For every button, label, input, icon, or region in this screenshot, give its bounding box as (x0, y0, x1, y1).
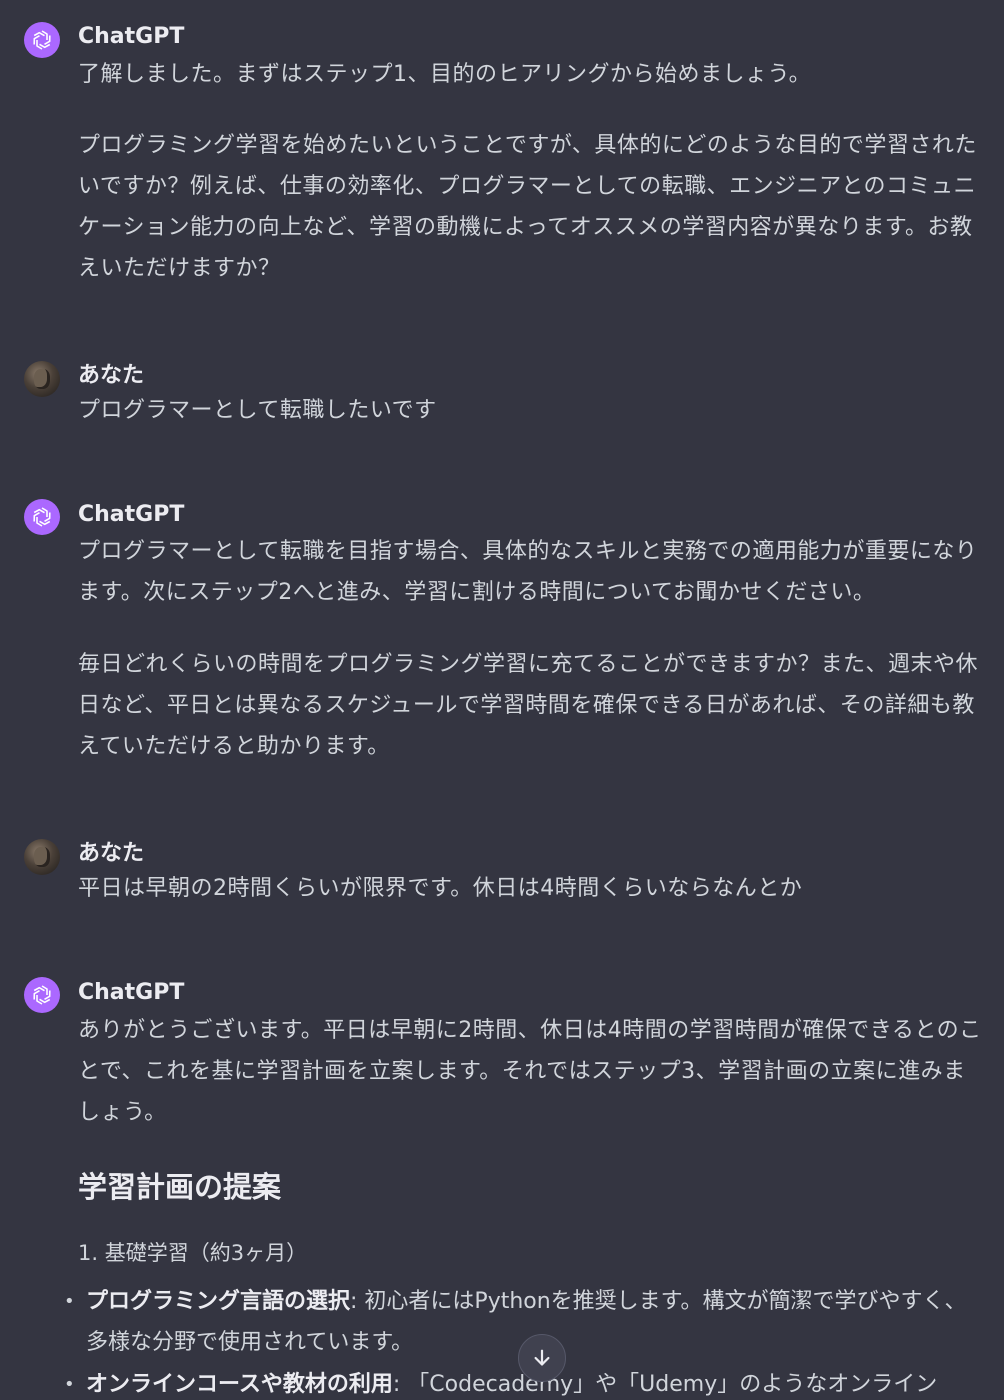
list-item: 1. 基礎学習（約3ヶ月） (78, 1241, 308, 1265)
message-paragraph: 毎日どれくらいの時間をプログラミング学習に充てることができますか？また、週末や休… (78, 652, 979, 759)
arrow-down-icon (534, 1349, 550, 1366)
message-paragraph: プログラマーとして転職したいです (78, 398, 437, 423)
avatar (24, 361, 60, 397)
openai-logo-icon (24, 499, 60, 535)
bullet-dot: • (64, 1291, 75, 1312)
scroll-down-button[interactable] (518, 1334, 566, 1382)
author-name: ChatGPT (78, 502, 185, 527)
author-name: ChatGPT (78, 24, 185, 49)
message-paragraph: プログラミング学習を始めたいということですが、具体的にどのような目的で学習された… (78, 133, 977, 281)
section-heading: 学習計画の提案 (78, 1170, 282, 1204)
author-name: あなた (78, 841, 145, 866)
message-paragraph: 平日は早朝の2時間くらいが限界です。休日は4時間くらいならなんとか (78, 876, 803, 901)
message-paragraph: ありがとうございます。平日は早朝に2時間、休日は4時間の学習時間が確保できるとの… (78, 1018, 982, 1125)
bullet-text: : 「Codecademy」や「Udemy」のようなオンライン (392, 1372, 938, 1397)
avatar (24, 839, 60, 875)
bullet-title: オンラインコースや教材の利用 (86, 1372, 393, 1397)
author-name: あなた (78, 363, 145, 388)
bullet-title: プログラミング言語の選択 (86, 1289, 351, 1314)
bullet-dot: • (64, 1374, 75, 1395)
openai-logo-icon (24, 22, 60, 58)
message-paragraph: 了解しました。まずはステップ1、目的のヒアリングから始めましょう。 (78, 62, 812, 87)
openai-logo-icon (24, 977, 60, 1013)
message-paragraph: プログラマーとして転職を目指す場合、具体的なスキルと実務での適用能力が重要になり… (78, 539, 978, 605)
author-name: ChatGPT (78, 980, 185, 1005)
